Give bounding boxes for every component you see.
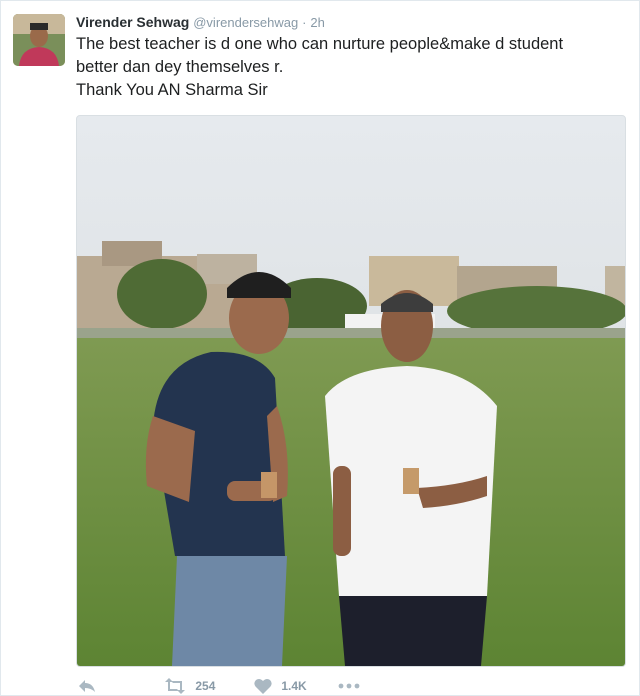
reply-icon xyxy=(79,679,95,692)
retweet-button[interactable]: 254 xyxy=(164,676,215,694)
more-icon xyxy=(338,683,360,689)
avatar-image xyxy=(13,14,65,66)
like-button[interactable]: 1.4K xyxy=(254,676,307,694)
tweet-text: The best teacher is d one who can nurtur… xyxy=(76,33,616,102)
tweet-text-line: Thank You AN Sharma Sir xyxy=(76,81,268,99)
like-count: 1.4K xyxy=(281,678,307,693)
tweet-photo[interactable] xyxy=(76,115,626,667)
more-button[interactable] xyxy=(338,676,360,694)
retweet-icon xyxy=(165,677,185,694)
retweet-count: 254 xyxy=(195,678,216,693)
tweet-text-line: better dan dey themselves r. xyxy=(76,58,284,76)
author-avatar[interactable] xyxy=(13,14,65,66)
reply-button[interactable] xyxy=(78,676,96,694)
heart-icon xyxy=(254,678,272,694)
photo-image xyxy=(77,116,625,666)
tweet-text-line: The best teacher is d one who can nurtur… xyxy=(76,35,564,53)
tweet-header: Virender Sehwag @virendersehwag · 2h xyxy=(76,12,325,32)
author-handle[interactable]: @virendersehwag xyxy=(193,15,298,30)
author-name[interactable]: Virender Sehwag xyxy=(76,14,189,30)
tweet-timestamp[interactable]: 2h xyxy=(310,15,324,30)
header-separator: · xyxy=(302,15,307,30)
